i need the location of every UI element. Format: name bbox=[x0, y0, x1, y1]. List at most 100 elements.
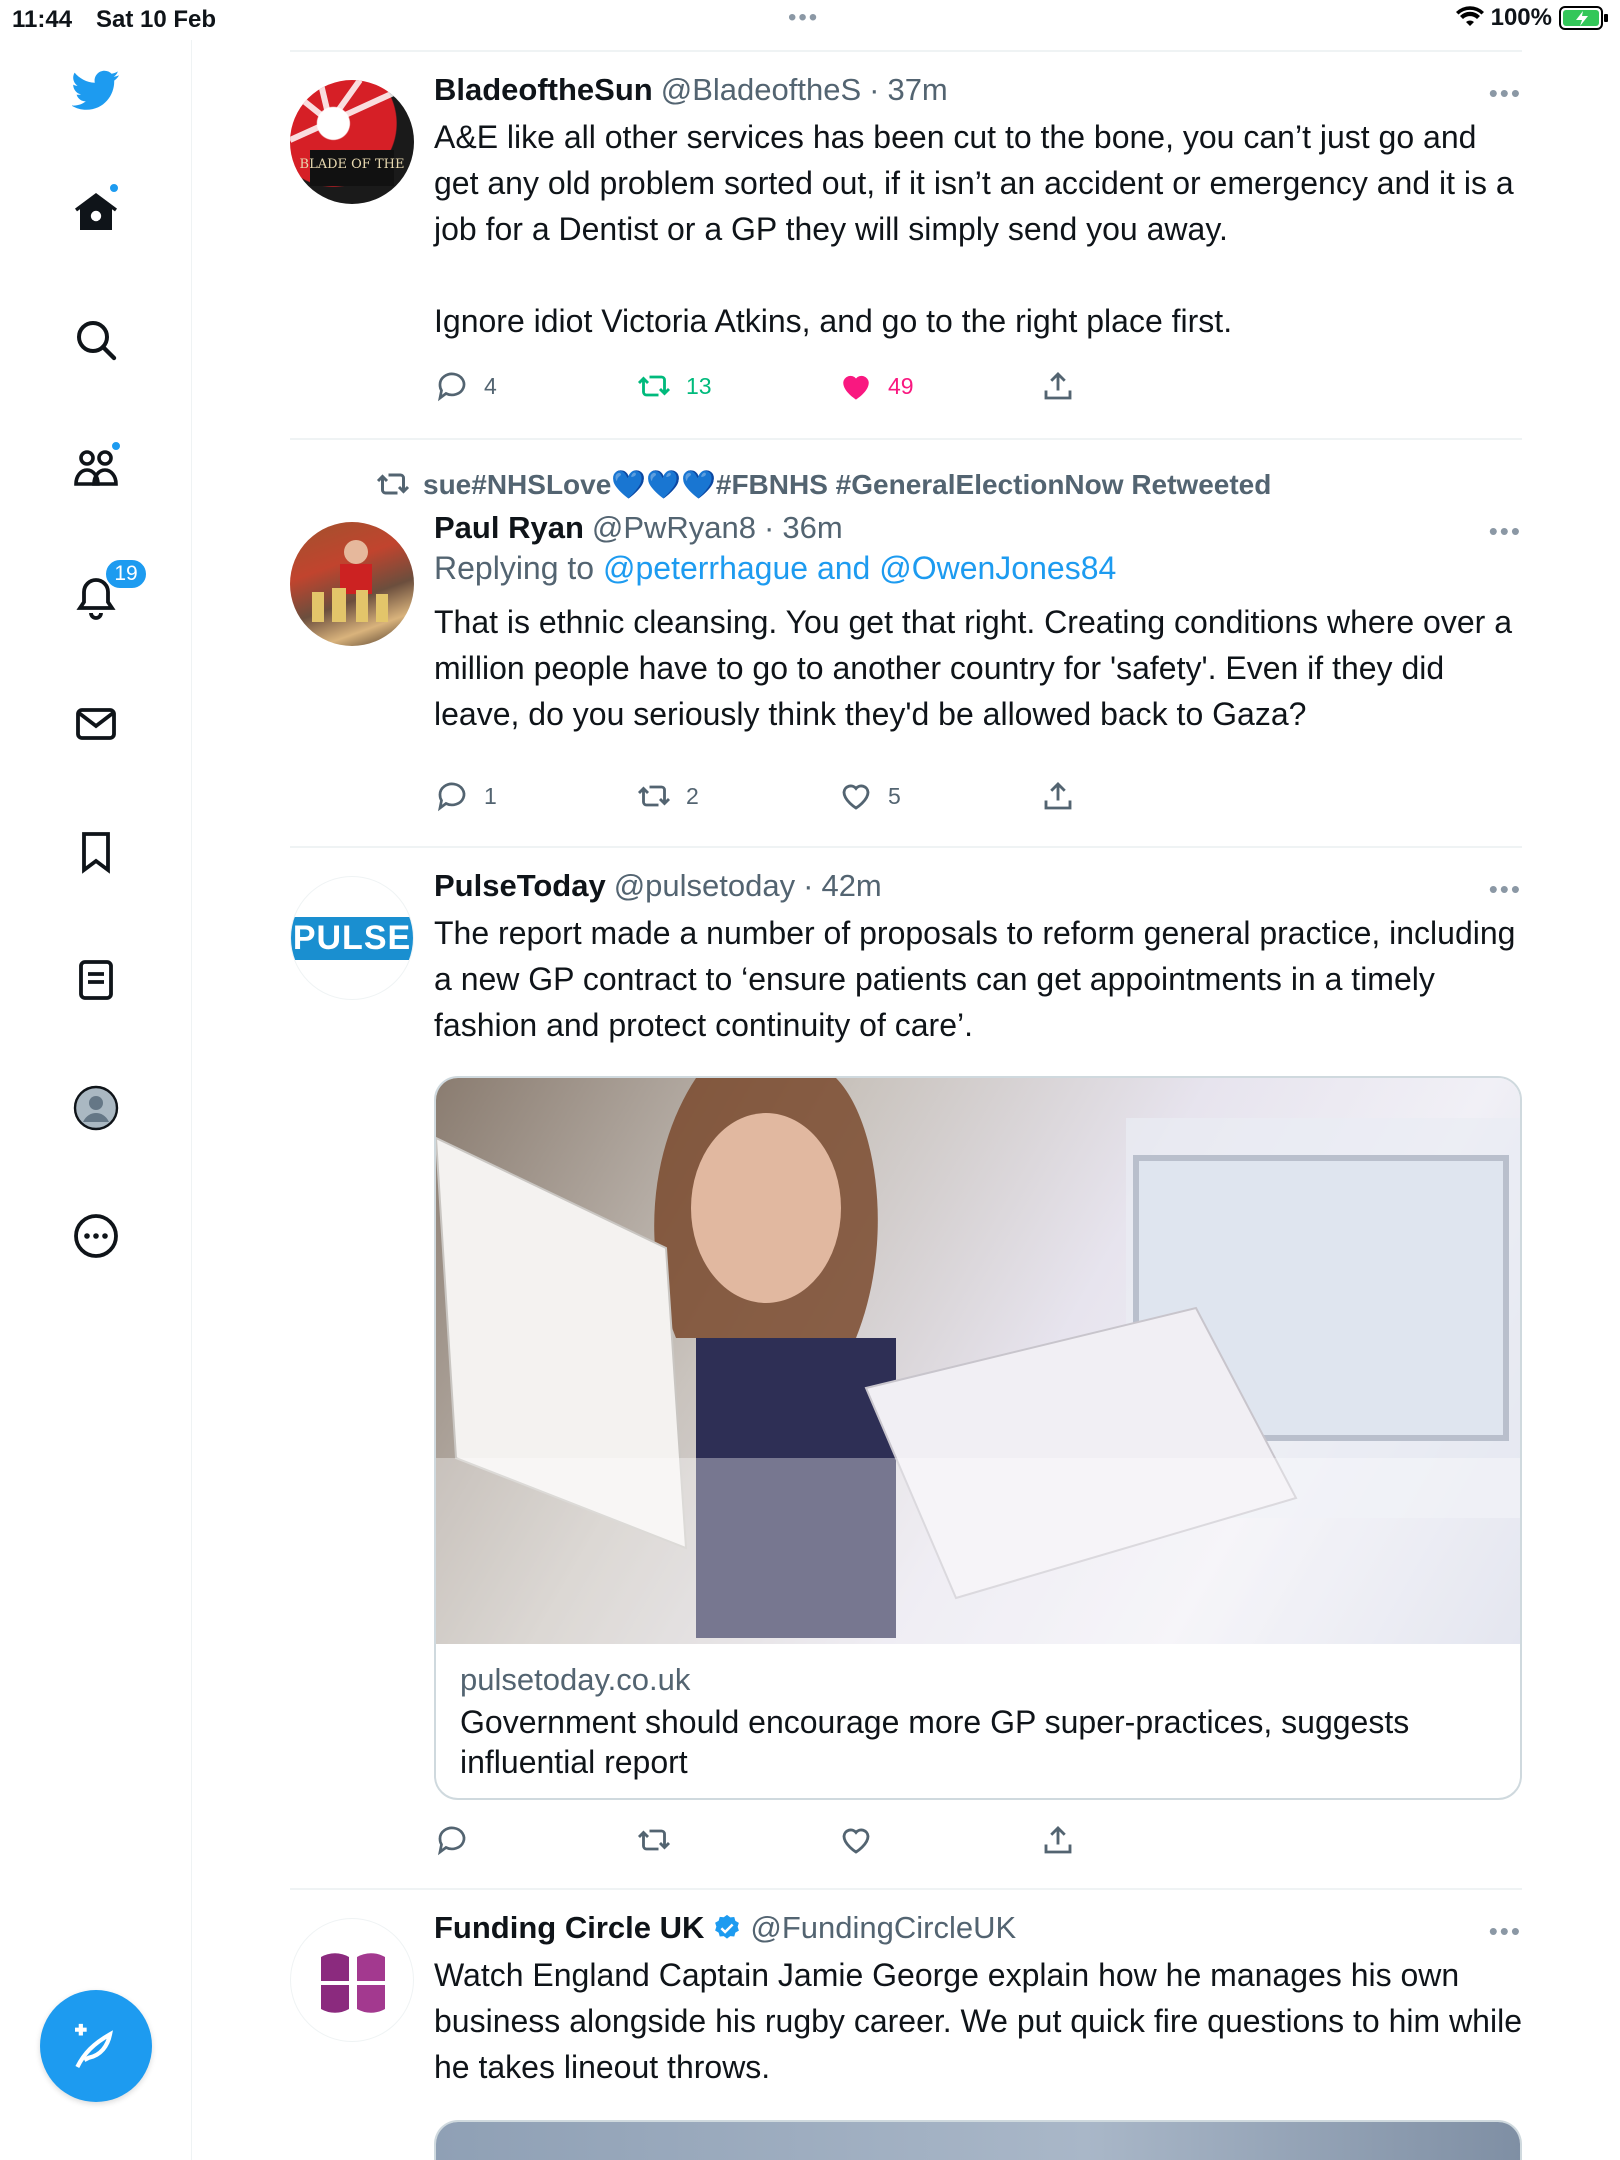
tweet-time[interactable]: 37m bbox=[887, 72, 947, 108]
status-right: 100% bbox=[1455, 4, 1610, 32]
retweet-button[interactable]: 2 bbox=[636, 778, 838, 814]
like-button[interactable]: 49 bbox=[838, 368, 1040, 404]
tweet-actions: 1 2 5 bbox=[434, 778, 1242, 814]
tweet-text: Watch England Captain Jamie George expla… bbox=[434, 1957, 1522, 2085]
replying-to-mentions[interactable]: @peterrhague and @OwenJones84 bbox=[603, 550, 1116, 586]
link-preview-image[interactable] bbox=[436, 1078, 1520, 1644]
link-preview-card[interactable]: pulsetoday.co.uk Government should encou… bbox=[434, 1076, 1522, 1800]
retweet-icon bbox=[637, 785, 671, 807]
share-icon bbox=[1044, 371, 1072, 400]
messages-envelope-icon[interactable] bbox=[66, 694, 126, 754]
feed-divider bbox=[290, 438, 1522, 440]
feed-divider bbox=[290, 1888, 1522, 1890]
retweet-icon bbox=[637, 1829, 671, 1851]
verified-badge-icon bbox=[715, 1914, 740, 1939]
profile-avatar-icon[interactable] bbox=[66, 1078, 126, 1138]
fundingcircle-logo-icon bbox=[321, 1953, 385, 2013]
tweet-header: Paul Ryan @PwRyan8 · 36m bbox=[434, 510, 1522, 546]
link-title: Government should encourage more GP supe… bbox=[460, 1704, 1410, 1780]
avatar[interactable] bbox=[290, 522, 414, 646]
author-handle[interactable]: @pulsetoday bbox=[614, 868, 795, 904]
heart-icon bbox=[842, 1828, 870, 1854]
wifi-icon bbox=[1455, 6, 1484, 26]
author-handle[interactable]: @BladeoftheS bbox=[661, 72, 861, 108]
separator-dot: · bbox=[803, 868, 814, 903]
heart-filled-icon bbox=[843, 375, 869, 400]
reply-count: 4 bbox=[484, 372, 497, 399]
link-preview-meta: pulsetoday.co.uk Government should encou… bbox=[436, 1644, 1520, 1798]
tweet-text: The report made a number of proposals to… bbox=[434, 915, 1516, 1043]
tweet-text: A&E like all other services has been cut… bbox=[434, 119, 1514, 339]
tweet-more-icon[interactable]: ••• bbox=[1489, 516, 1522, 547]
tweet-time[interactable]: 42m bbox=[821, 868, 881, 904]
retweeted-by-label[interactable]: sue#NHSLove💙💙💙#FBNHS #GeneralElectionNow… bbox=[375, 466, 1271, 502]
doctor-reading-photo bbox=[436, 1078, 1520, 1644]
retweeted-by-text: sue#NHSLove💙💙💙#FBNHS #GeneralElectionNow… bbox=[423, 468, 1272, 500]
tweet-content: PulseToday @pulsetoday · 42m ••• The rep… bbox=[434, 868, 1522, 1048]
tweet-actions bbox=[434, 1822, 1242, 1858]
reply-button[interactable]: 1 bbox=[434, 778, 636, 814]
share-icon bbox=[1044, 781, 1072, 810]
reply-button[interactable] bbox=[434, 1822, 636, 1858]
more-options-icon[interactable] bbox=[66, 1206, 126, 1266]
retweet-count: 13 bbox=[686, 372, 712, 399]
like-count: 5 bbox=[888, 782, 901, 809]
feed-divider bbox=[290, 846, 1522, 848]
compose-tweet-button[interactable] bbox=[40, 1990, 152, 2102]
reply-button[interactable]: 4 bbox=[434, 368, 636, 404]
status-time: 11:44 bbox=[12, 6, 73, 33]
like-button[interactable] bbox=[838, 1822, 1040, 1858]
retweet-icon bbox=[637, 375, 671, 397]
tweet-header: Funding Circle UK @FundingCircleUK bbox=[434, 1910, 1522, 1946]
reply-count: 1 bbox=[484, 782, 497, 809]
author-name[interactable]: BladeoftheSun bbox=[434, 72, 653, 108]
avatar[interactable]: PULSE bbox=[290, 876, 414, 1000]
avatar[interactable] bbox=[290, 1918, 414, 2042]
battery-charging-icon bbox=[1559, 6, 1608, 30]
bookmarks-icon[interactable] bbox=[66, 822, 126, 882]
tweet-actions: 4 13 49 bbox=[434, 368, 1242, 404]
link-domain: pulsetoday.co.uk bbox=[460, 1662, 691, 1697]
pulse-logo: PULSE bbox=[291, 916, 413, 960]
communities-icon[interactable] bbox=[66, 438, 126, 498]
author-handle[interactable]: @FundingCircleUK bbox=[750, 1910, 1016, 1946]
paulryan-avatar-art bbox=[312, 540, 388, 622]
twitter-logo-icon[interactable] bbox=[66, 60, 126, 120]
heart-icon bbox=[842, 784, 870, 810]
share-button[interactable] bbox=[1040, 368, 1242, 404]
like-count: 49 bbox=[888, 372, 914, 399]
author-name[interactable]: Funding Circle UK bbox=[434, 1910, 704, 1946]
multitasking-dots-icon[interactable]: ••• bbox=[788, 4, 819, 32]
home-icon[interactable] bbox=[66, 182, 126, 242]
tweet-time[interactable]: 36m bbox=[782, 510, 842, 546]
status-date: Sat 10 Feb bbox=[96, 6, 217, 33]
retweet-button[interactable]: 13 bbox=[636, 368, 838, 404]
reply-icon bbox=[437, 372, 466, 402]
share-button[interactable] bbox=[1040, 778, 1242, 814]
lists-icon[interactable] bbox=[66, 950, 126, 1010]
share-button[interactable] bbox=[1040, 1822, 1242, 1858]
search-icon[interactable] bbox=[66, 310, 126, 370]
media-preview-image[interactable] bbox=[436, 2122, 1520, 2160]
reply-icon bbox=[437, 1826, 466, 1856]
separator-dot: · bbox=[764, 510, 775, 545]
sidebar: 19 bbox=[0, 40, 192, 2160]
avatar[interactable]: BLADE OF THE bbox=[290, 80, 414, 204]
like-button[interactable]: 5 bbox=[838, 778, 1040, 814]
author-name[interactable]: PulseToday bbox=[434, 868, 606, 904]
author-name[interactable]: Paul Ryan bbox=[434, 510, 584, 546]
notifications-badge: 19 bbox=[104, 558, 148, 590]
home-unread-dot bbox=[108, 182, 120, 194]
tweet-more-icon[interactable]: ••• bbox=[1489, 874, 1522, 905]
compose-feather-icon bbox=[75, 2023, 113, 2068]
battery-percent: 100% bbox=[1490, 4, 1552, 31]
retweet-button[interactable] bbox=[636, 1822, 838, 1858]
author-handle[interactable]: @PwRyan8 bbox=[592, 510, 756, 546]
notifications-bell-icon[interactable]: 19 bbox=[66, 558, 148, 626]
media-preview-card[interactable] bbox=[434, 2120, 1522, 2160]
svg-text:BLADE OF THE: BLADE OF THE bbox=[300, 157, 405, 172]
tweet-content: BladeoftheSun @BladeoftheS · 37m ••• A&E… bbox=[434, 72, 1522, 344]
tweet-more-icon[interactable]: ••• bbox=[1489, 1916, 1522, 1947]
tweet-more-icon[interactable]: ••• bbox=[1489, 78, 1522, 109]
share-icon bbox=[1044, 1825, 1072, 1854]
